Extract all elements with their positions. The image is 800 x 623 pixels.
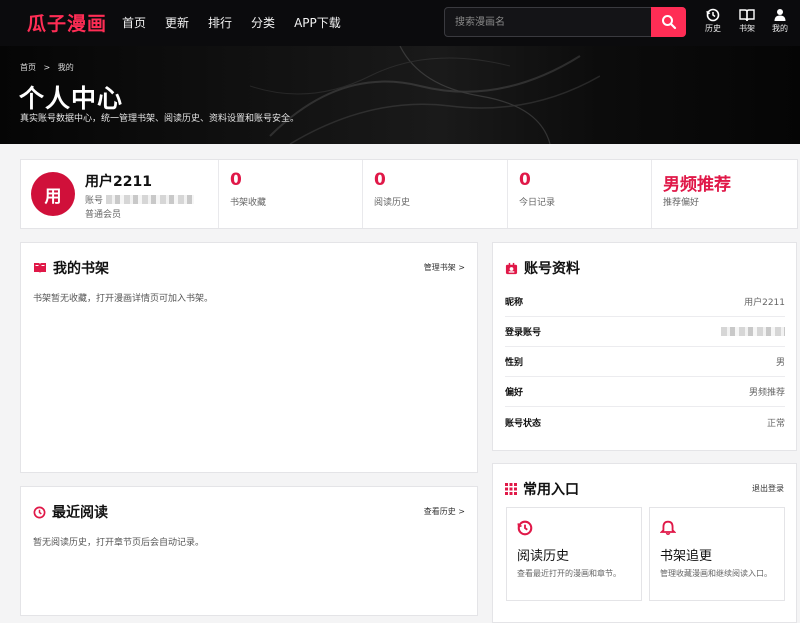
divider bbox=[651, 160, 652, 228]
bookshelf-title: 我的书架 bbox=[33, 258, 109, 278]
row-key: 昵称 bbox=[505, 298, 524, 308]
breadcrumb: 首页 > 我的 bbox=[20, 62, 74, 73]
shortcut-bookshelf-follow[interactable]: 书架追更 管理收藏漫画和继续阅读入口。 bbox=[649, 507, 785, 601]
profile-stats-card: 用 用户2211 账号 普通会员 0 书架收藏 0 阅读历史 0 今日记录 男频… bbox=[20, 159, 798, 229]
shortcut-name: 书架追更 bbox=[660, 549, 713, 564]
row-key: 账号状态 bbox=[505, 418, 542, 429]
hero-banner: 首页 > 我的 个人中心 真实账号数据中心，统一管理书架、阅读历史、资料设置和账… bbox=[0, 46, 800, 144]
account-title: 账号资料 bbox=[505, 258, 580, 278]
row-value: 正常 bbox=[766, 418, 785, 429]
row-value: 男 bbox=[775, 358, 785, 368]
account-row-gender: 性别 男 bbox=[505, 347, 785, 377]
account-info-panel: 账号资料 昵称 用户2211 登录账号 性别 男 偏好 男频推荐 账号状态 正常 bbox=[492, 242, 797, 451]
top-mine[interactable]: 我的 bbox=[765, 8, 795, 34]
shortcuts-title-text: 常用入口 bbox=[523, 482, 579, 498]
history-icon bbox=[517, 520, 533, 536]
account-row-login: 登录账号 bbox=[505, 317, 785, 347]
top-bookshelf[interactable]: 书架 bbox=[732, 8, 762, 34]
divider bbox=[362, 160, 363, 228]
bookshelf-panel: 我的书架 管理书架 > 书架暂无收藏，打开漫画详情页可加入书架。 bbox=[20, 242, 478, 473]
shortcut-reading-history[interactable]: 阅读历史 查看最近打开的漫画和章节。 bbox=[506, 507, 642, 601]
shortcuts-panel: 常用入口 退出登录 阅读历史 查看最近打开的漫画和章节。 书架追更 管理收藏漫画… bbox=[492, 463, 797, 623]
bell-icon bbox=[660, 520, 676, 536]
top-nav: 瓜子漫画 首页 更新 排行 分类 APP下载 历史 书架 我的 bbox=[0, 0, 800, 46]
breadcrumb-current: 我的 bbox=[57, 63, 74, 72]
account-title-text: 账号资料 bbox=[524, 261, 580, 277]
account-row-preference: 偏好 男频推荐 bbox=[505, 377, 785, 407]
user-icon bbox=[774, 9, 786, 21]
bookshelf-icon bbox=[739, 9, 755, 22]
hero-background-art bbox=[250, 46, 600, 144]
top-bookshelf-label: 书架 bbox=[739, 24, 755, 33]
login-masked-value bbox=[721, 327, 785, 336]
recent-reading-panel: 最近阅读 查看历史 > 暂无阅读历史，打开章节页后会自动记录。 bbox=[20, 486, 478, 616]
stat-preference-label: 推荐偏好 bbox=[663, 198, 700, 208]
stat-history-label: 阅读历史 bbox=[374, 198, 411, 208]
avatar: 用 bbox=[31, 172, 75, 216]
shortcut-name: 阅读历史 bbox=[517, 549, 570, 564]
bookshelf-empty-text: 书架暂无收藏，打开漫画详情页可加入书架。 bbox=[33, 294, 214, 304]
stat-preference-value: 男频推荐 bbox=[663, 175, 731, 195]
id-card-icon bbox=[505, 262, 518, 274]
account-row-nickname: 昵称 用户2211 bbox=[505, 287, 785, 317]
row-key: 登录账号 bbox=[505, 328, 542, 338]
recent-empty-text: 暂无阅读历史，打开章节页后会自动记录。 bbox=[33, 538, 205, 548]
search-input[interactable] bbox=[445, 8, 651, 36]
history-icon bbox=[706, 8, 720, 22]
row-value: 用户2211 bbox=[744, 298, 785, 308]
divider bbox=[218, 160, 219, 228]
divider bbox=[507, 160, 508, 228]
view-history-link[interactable]: 查看历史 > bbox=[424, 506, 465, 517]
nav-home[interactable]: 首页 bbox=[122, 14, 146, 31]
book-icon bbox=[34, 263, 46, 273]
member-level: 普通会员 bbox=[85, 210, 122, 220]
row-value: 男频推荐 bbox=[748, 388, 785, 398]
shortcuts-title: 常用入口 bbox=[505, 479, 579, 499]
shortcut-desc: 查看最近打开的漫画和章节。 bbox=[517, 569, 621, 578]
row-key: 性别 bbox=[505, 358, 524, 368]
nav-links: 首页 更新 排行 分类 APP下载 bbox=[122, 14, 360, 31]
stat-today-label: 今日记录 bbox=[519, 198, 556, 208]
account-label: 账号 bbox=[85, 196, 104, 206]
stat-today-value: 0 bbox=[519, 170, 531, 190]
logout-link[interactable]: 退出登录 bbox=[752, 483, 784, 494]
shortcut-desc: 管理收藏漫画和继续阅读入口。 bbox=[660, 569, 772, 578]
account-line: 账号 bbox=[85, 193, 195, 206]
nav-updates[interactable]: 更新 bbox=[165, 14, 189, 31]
recent-title-text: 最近阅读 bbox=[52, 505, 108, 521]
row-key: 偏好 bbox=[505, 388, 524, 398]
history-icon bbox=[33, 506, 46, 518]
nav-app-download[interactable]: APP下载 bbox=[294, 14, 341, 31]
search-icon bbox=[661, 15, 676, 30]
top-history[interactable]: 历史 bbox=[698, 8, 728, 34]
nav-ranking[interactable]: 排行 bbox=[208, 14, 232, 31]
page-title: 个人中心 bbox=[19, 84, 124, 113]
stat-bookshelf-label: 书架收藏 bbox=[230, 198, 267, 208]
bookshelf-title-text: 我的书架 bbox=[53, 261, 109, 277]
nav-category[interactable]: 分类 bbox=[251, 14, 275, 31]
page-subtitle: 真实账号数据中心，统一管理书架、阅读历史、资料设置和账号安全。 bbox=[20, 114, 300, 124]
stat-history-value: 0 bbox=[374, 170, 386, 190]
search-button[interactable] bbox=[651, 7, 686, 37]
account-masked-value bbox=[106, 195, 195, 204]
account-row-status: 账号状态 正常 bbox=[505, 407, 785, 437]
stat-bookshelf-value: 0 bbox=[230, 170, 242, 190]
breadcrumb-separator: > bbox=[43, 63, 51, 72]
top-mine-label: 我的 bbox=[772, 24, 788, 33]
manage-bookshelf-link[interactable]: 管理书架 > bbox=[424, 262, 465, 273]
top-history-label: 历史 bbox=[705, 24, 721, 33]
logo[interactable]: 瓜子漫画 bbox=[27, 9, 107, 36]
recent-title: 最近阅读 bbox=[33, 502, 108, 522]
grid-icon bbox=[505, 483, 517, 495]
breadcrumb-home[interactable]: 首页 bbox=[20, 63, 36, 72]
username: 用户2211 bbox=[85, 174, 152, 190]
search-box bbox=[444, 7, 686, 37]
